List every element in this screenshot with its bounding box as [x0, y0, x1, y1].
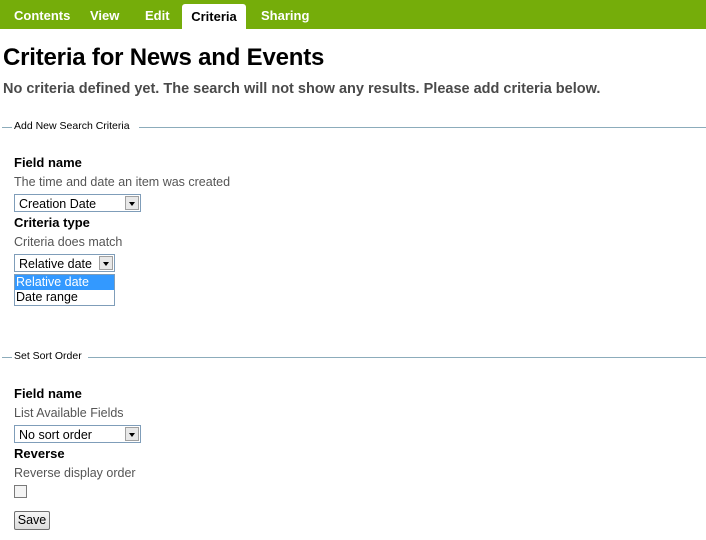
- legend-line-left: [2, 357, 12, 358]
- tab-sharing[interactable]: Sharing: [261, 0, 309, 29]
- criteria-field-select[interactable]: Creation Date: [14, 194, 141, 212]
- sort-order-legend-row: Set Sort Order: [0, 350, 706, 364]
- chevron-down-icon[interactable]: [99, 256, 113, 270]
- tab-bar: Contents View Edit Criteria Sharing: [0, 0, 706, 29]
- sort-field-select[interactable]: No sort order: [14, 425, 141, 443]
- page-description: No criteria defined yet. The search will…: [3, 81, 601, 97]
- page-title: Criteria for News and Events: [3, 44, 325, 71]
- tab-edit[interactable]: Edit: [145, 0, 170, 29]
- reverse-help: Reverse display order: [14, 466, 136, 480]
- criteria-field-name-help: The time and date an item was created: [14, 175, 231, 189]
- add-criteria-legend-row: Add New Search Criteria: [0, 120, 706, 134]
- reverse-checkbox[interactable]: [14, 485, 27, 498]
- tab-criteria[interactable]: Criteria: [182, 4, 246, 29]
- criteria-type-select-value: Relative date: [19, 257, 92, 271]
- legend-line-right: [139, 127, 706, 128]
- chevron-down-icon[interactable]: [125, 196, 139, 210]
- sort-field-name-label: Field name: [14, 386, 82, 401]
- add-criteria-legend: Add New Search Criteria: [14, 120, 130, 132]
- criteria-type-help: Criteria does match: [14, 235, 123, 249]
- tab-contents[interactable]: Contents: [14, 0, 70, 29]
- legend-line-right: [88, 357, 706, 358]
- criteria-type-select[interactable]: Relative date: [14, 254, 115, 272]
- criteria-field-select-value: Creation Date: [19, 197, 97, 211]
- save-button[interactable]: Save: [14, 511, 50, 530]
- sort-field-select-value: No sort order: [19, 428, 92, 442]
- sort-field-name-help: List Available Fields: [14, 406, 124, 420]
- criteria-type-dropdown-list: Relative date Date range: [14, 274, 115, 306]
- legend-line-left: [2, 127, 12, 128]
- sort-order-legend: Set Sort Order: [14, 350, 82, 362]
- reverse-label: Reverse: [14, 446, 65, 461]
- chevron-down-icon[interactable]: [125, 427, 139, 441]
- tab-view[interactable]: View: [90, 0, 119, 29]
- dropdown-option-relative-date[interactable]: Relative date: [15, 275, 114, 290]
- criteria-field-name-label: Field name: [14, 155, 82, 170]
- dropdown-option-date-range[interactable]: Date range: [15, 290, 114, 305]
- criteria-type-label: Criteria type: [14, 215, 90, 230]
